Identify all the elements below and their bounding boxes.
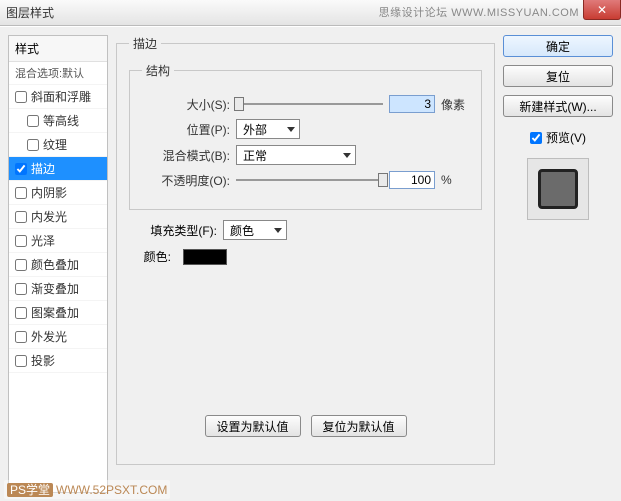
style-checkbox[interactable] [15,355,27,367]
position-row: 位置(P): 外部 [142,119,469,139]
style-label: 内阴影 [31,184,67,201]
style-item-3[interactable]: 描边 [9,157,107,181]
filltype-label: 填充类型(F): [129,222,217,239]
style-checkbox[interactable] [27,139,39,151]
position-select[interactable]: 外部 [236,119,300,139]
style-item-0[interactable]: 斜面和浮雕 [9,85,107,109]
structure-group: 结构 大小(S): 像素 位置(P): 外部 混合模式(B): [129,62,482,210]
size-input[interactable] [389,95,435,113]
opacity-unit: % [441,173,469,187]
footer-url: WWW.52PSXT.COM [56,483,167,497]
chevron-down-icon [343,153,351,158]
blend-label: 混合模式(B): [142,147,230,164]
ok-button[interactable]: 确定 [503,35,613,57]
preview-square [538,169,578,209]
opacity-input[interactable] [389,171,435,189]
default-buttons: 设置为默认值 复位为默认值 [129,415,482,437]
blend-select[interactable]: 正常 [236,145,356,165]
opacity-row: 不透明度(O): % [142,171,469,189]
chevron-down-icon [287,127,295,132]
reset-default-button[interactable]: 复位为默认值 [311,415,407,437]
style-checkbox[interactable] [15,211,27,223]
position-value: 外部 [243,121,267,138]
style-item-4[interactable]: 内阴影 [9,181,107,205]
style-checkbox[interactable] [15,187,27,199]
style-label: 外发光 [31,328,67,345]
preview-checkbox[interactable] [530,132,542,144]
blend-row: 混合模式(B): 正常 [142,145,469,165]
style-item-1[interactable]: 等高线 [9,109,107,133]
size-unit: 像素 [441,96,469,113]
style-item-2[interactable]: 纹理 [9,133,107,157]
footer-tag: PS学堂 [7,483,53,497]
filltype-value: 颜色 [230,222,254,239]
stroke-legend: 描边 [129,35,161,52]
position-label: 位置(P): [142,121,230,138]
style-checkbox[interactable] [15,259,27,271]
style-checkbox[interactable] [15,235,27,247]
close-button[interactable]: ✕ [583,0,621,20]
size-slider[interactable] [236,96,383,112]
style-label: 内发光 [31,208,67,225]
style-checkbox[interactable] [15,331,27,343]
preview-thumbnail [527,158,589,220]
color-row: 颜色: [129,248,482,265]
new-style-button[interactable]: 新建样式(W)... [503,95,613,117]
style-label: 光泽 [31,232,55,249]
close-icon: ✕ [597,3,607,17]
style-item-8[interactable]: 渐变叠加 [9,277,107,301]
reset-button[interactable]: 复位 [503,65,613,87]
style-label: 斜面和浮雕 [31,88,91,105]
style-item-5[interactable]: 内发光 [9,205,107,229]
opacity-slider[interactable] [236,172,383,188]
style-label: 描边 [31,160,55,177]
style-item-10[interactable]: 外发光 [9,325,107,349]
style-item-9[interactable]: 图案叠加 [9,301,107,325]
style-checkbox[interactable] [15,307,27,319]
preview-label: 预览(V) [546,129,586,146]
window-title: 图层样式 [6,4,54,21]
style-checkbox[interactable] [15,163,27,175]
style-checkbox[interactable] [15,91,27,103]
style-label: 颜色叠加 [31,256,79,273]
style-label: 投影 [31,352,55,369]
style-label: 纹理 [43,136,67,153]
style-item-11[interactable]: 投影 [9,349,107,373]
size-label: 大小(S): [142,96,230,113]
styles-header[interactable]: 样式 [9,36,107,62]
style-checkbox[interactable] [15,283,27,295]
style-label: 图案叠加 [31,304,79,321]
stroke-group: 描边 结构 大小(S): 像素 位置(P): 外部 混 [116,35,495,465]
style-label: 渐变叠加 [31,280,79,297]
watermark-text: 思缘设计论坛 WWW.MISSYUAN.COM [379,4,579,20]
title-bar: 图层样式 思缘设计论坛 WWW.MISSYUAN.COM ✕ [0,0,621,26]
right-panel: 确定 复位 新建样式(W)... 预览(V) [503,35,613,493]
style-item-6[interactable]: 光泽 [9,229,107,253]
dialog-body: 样式 混合选项:默认 斜面和浮雕等高线纹理描边内阴影内发光光泽颜色叠加渐变叠加图… [0,26,621,501]
filltype-row: 填充类型(F): 颜色 [129,220,482,240]
size-row: 大小(S): 像素 [142,95,469,113]
footer-watermark: PS学堂WWW.52PSXT.COM [4,480,170,499]
opacity-label: 不透明度(O): [142,172,230,189]
chevron-down-icon [274,228,282,233]
style-checkbox[interactable] [27,115,39,127]
style-item-7[interactable]: 颜色叠加 [9,253,107,277]
center-panel: 描边 结构 大小(S): 像素 位置(P): 外部 混 [116,35,495,493]
preview-row: 预览(V) [503,129,613,146]
set-default-button[interactable]: 设置为默认值 [205,415,301,437]
color-label: 颜色: [129,248,171,265]
styles-panel: 样式 混合选项:默认 斜面和浮雕等高线纹理描边内阴影内发光光泽颜色叠加渐变叠加图… [8,35,108,493]
filltype-select[interactable]: 颜色 [223,220,287,240]
blend-value: 正常 [243,147,267,164]
color-swatch[interactable] [183,249,227,265]
blend-options-item[interactable]: 混合选项:默认 [9,62,107,85]
style-label: 等高线 [43,112,79,129]
structure-legend: 结构 [142,62,174,79]
